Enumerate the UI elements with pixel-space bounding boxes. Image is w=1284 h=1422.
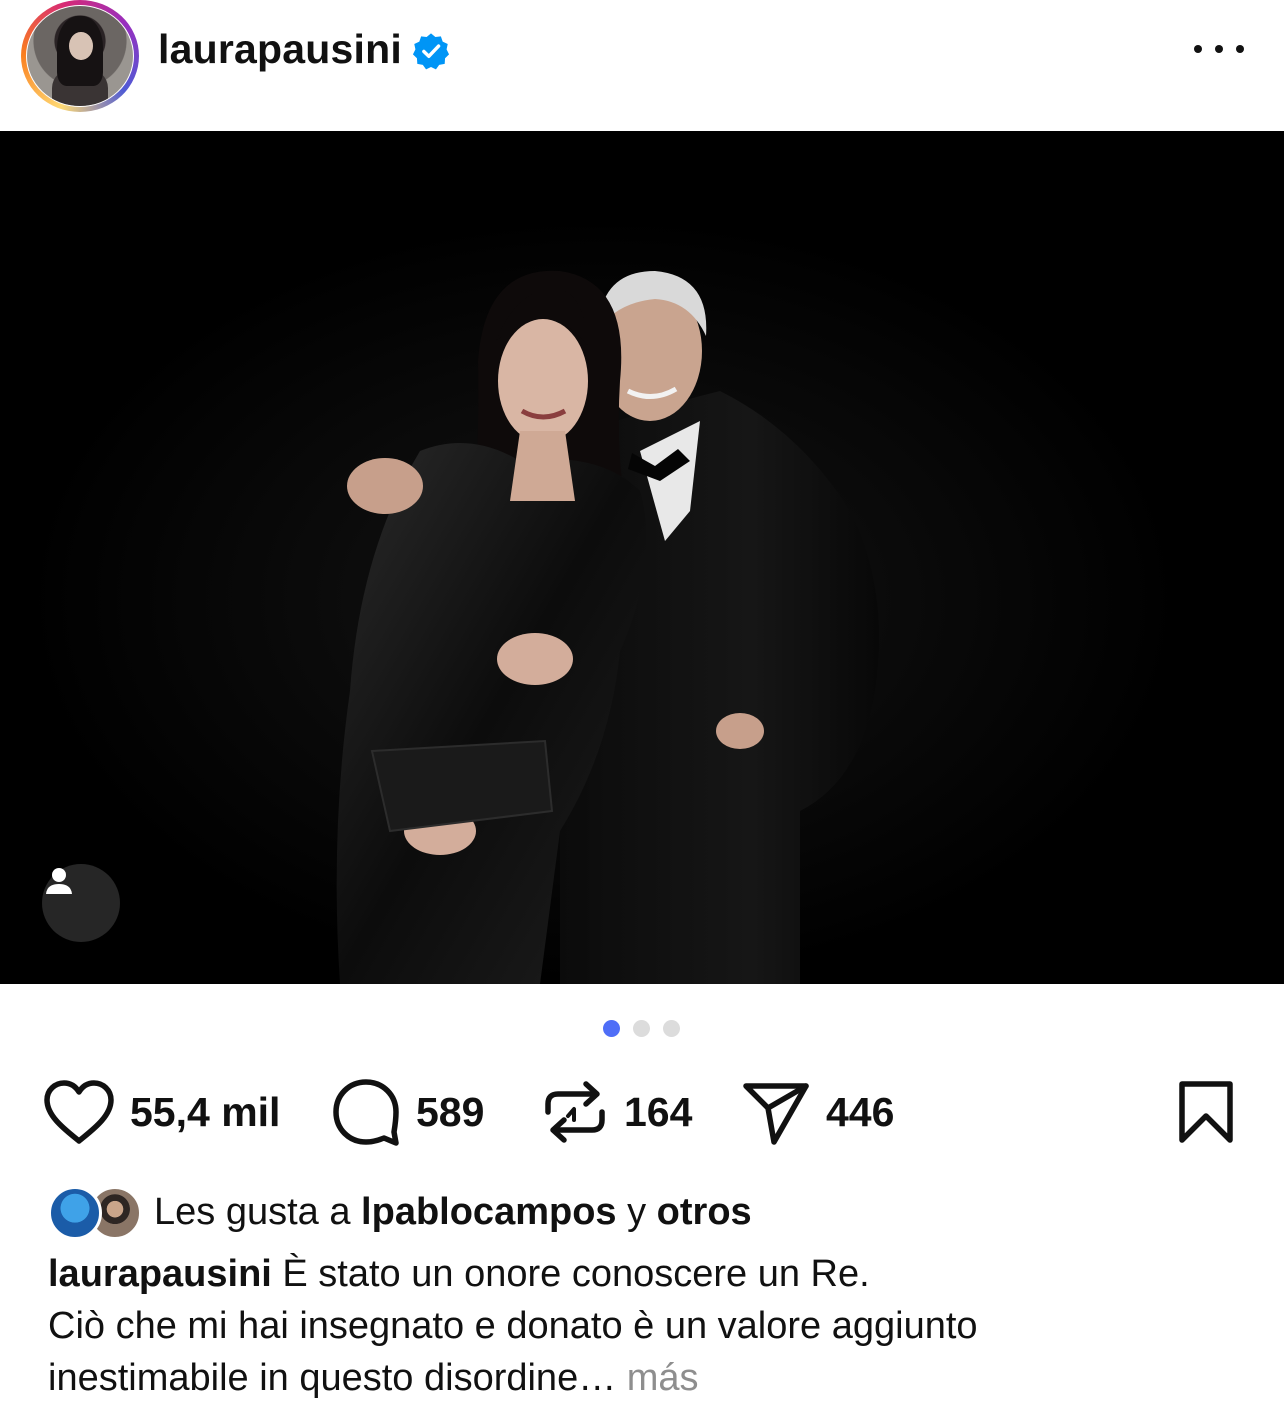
caption-line-3: inestimabile in questo disordine… bbox=[48, 1357, 617, 1399]
liked-by-user[interactable]: lpablocampos bbox=[361, 1191, 617, 1233]
post-image[interactable] bbox=[0, 131, 1284, 984]
carousel-dot bbox=[663, 1020, 680, 1037]
more-link[interactable]: más bbox=[627, 1357, 699, 1399]
repost-count: 164 bbox=[624, 1088, 693, 1135]
repost-icon bbox=[545, 1081, 605, 1143]
liked-by-others[interactable]: otros bbox=[657, 1191, 752, 1233]
carousel-dot-active bbox=[603, 1020, 620, 1037]
more-horizontal-icon bbox=[1194, 45, 1202, 53]
repost-button[interactable]: 164 bbox=[540, 1070, 692, 1154]
post-caption: laurapausini È stato un onore conoscere … bbox=[48, 1248, 1248, 1404]
liked-by-row[interactable]: Les gusta a lpablocampos y otros bbox=[48, 1182, 752, 1242]
action-bar: 55,4 mil 589 164 446 bbox=[0, 1070, 1284, 1154]
verified-badge-icon bbox=[412, 33, 450, 70]
heart-icon bbox=[44, 1080, 114, 1144]
comment-button[interactable]: 589 bbox=[330, 1070, 484, 1154]
share-count: 446 bbox=[826, 1088, 895, 1135]
more-options-button[interactable] bbox=[1192, 32, 1246, 66]
post-photo bbox=[0, 131, 1284, 984]
avatar bbox=[48, 1186, 102, 1240]
comment-count: 589 bbox=[416, 1088, 485, 1135]
liked-by-text: Les gusta a lpablocampos y otros bbox=[154, 1190, 752, 1233]
caption-line-1: È stato un onore conoscere un Re. bbox=[282, 1253, 870, 1295]
like-count: 55,4 mil bbox=[130, 1088, 281, 1135]
tagged-people-button[interactable] bbox=[42, 864, 120, 942]
caption-line-2: Ciò che mi hai insegnato e donato è un v… bbox=[48, 1305, 978, 1347]
avatar bbox=[27, 6, 133, 106]
comment-icon bbox=[333, 1079, 399, 1146]
bookmark-icon bbox=[1179, 1081, 1233, 1143]
liked-by-avatars bbox=[48, 1184, 144, 1240]
carousel-dot bbox=[633, 1020, 650, 1037]
carousel-indicator bbox=[603, 1020, 683, 1038]
post-header: laurapausini bbox=[0, 0, 1284, 131]
person-icon bbox=[46, 868, 72, 894]
send-icon bbox=[743, 1083, 809, 1145]
caption-username[interactable]: laurapausini bbox=[48, 1253, 272, 1295]
share-button[interactable]: 446 bbox=[740, 1070, 894, 1154]
save-button[interactable] bbox=[1176, 1070, 1236, 1154]
username[interactable]: laurapausini bbox=[158, 26, 402, 73]
like-button[interactable]: 55,4 mil bbox=[42, 1070, 280, 1154]
story-avatar[interactable] bbox=[21, 0, 139, 112]
